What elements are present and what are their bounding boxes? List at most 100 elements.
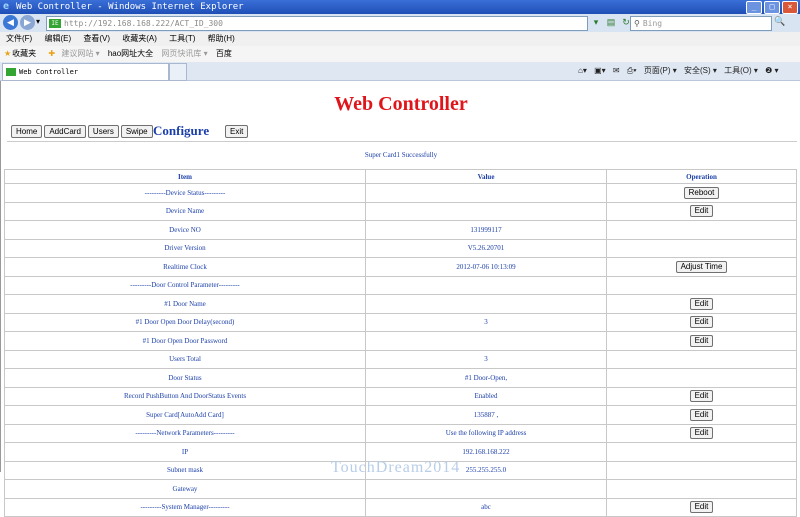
row-value: V5.26.20701 — [365, 238, 607, 258]
addcard-button[interactable]: AddCard — [44, 125, 86, 138]
table-row: Users Total 3 — [4, 349, 797, 369]
row-item: ---------System Manager--------- — [4, 497, 366, 517]
edit-button[interactable]: Edit — [689, 427, 714, 440]
maximize-icon[interactable]: □ — [764, 1, 780, 14]
edit-button[interactable]: Edit — [689, 408, 714, 421]
row-value: 131999117 — [365, 220, 607, 240]
row-item: ---------Device Status--------- — [4, 183, 366, 203]
tab-web-controller[interactable]: Web Controller — [2, 63, 169, 81]
fav-item-baidu[interactable]: 百度 — [216, 46, 232, 62]
menu-help[interactable]: 帮助(H) — [208, 32, 235, 46]
table-row: Gateway — [4, 479, 797, 499]
forward-arrow-icon[interactable]: ▶ — [20, 15, 35, 30]
table-row: Door Status #1 Door-Open, — [4, 368, 797, 388]
row-operation — [606, 442, 797, 462]
window-title-bar: e Web Controller - Windows Internet Expl… — [0, 0, 800, 14]
row-operation — [606, 349, 797, 369]
row-value: abc — [365, 497, 607, 517]
row-item: #1 Door Name — [4, 294, 366, 314]
command-bar: ⌂▾ ▣▾ ✉ ⎙▾ 页面(P) ▾ 安全(S) ▾ 工具(O) ▾ ❷ ▾ — [578, 64, 784, 78]
exit-button[interactable]: Exit — [225, 125, 249, 138]
url-field[interactable]: IE http://192.168.168.222/ACT_ID_300 — [46, 16, 588, 31]
row-item: Subnet mask — [4, 460, 366, 480]
header-item: Item — [4, 169, 366, 184]
divider — [7, 141, 797, 142]
address-bar: ◀ ▶ ▾ IE http://192.168.168.222/ACT_ID_30… — [0, 14, 800, 32]
feeds-icon[interactable]: ▣▾ — [594, 66, 606, 75]
menu-favorites[interactable]: 收藏夹(A) — [122, 32, 157, 46]
menu-file[interactable]: 文件(F) — [6, 32, 32, 46]
dropdown-icon[interactable]: ▾ — [590, 16, 602, 29]
header-value: Value — [365, 169, 607, 184]
favorites-label[interactable]: 收藏夹 — [12, 46, 36, 62]
row-value — [365, 294, 607, 314]
edit-button[interactable]: Edit — [689, 501, 714, 514]
row-item: #1 Door Open Door Delay(second) — [4, 312, 366, 332]
close-icon[interactable]: × — [782, 1, 798, 14]
row-item: Users Total — [4, 349, 366, 369]
adjust-time-button[interactable]: Adjust Time — [675, 260, 728, 273]
nav-buttons: Home AddCard Users Swipe — [11, 125, 153, 138]
page-content: Web Controller Home AddCard Users Swipe … — [0, 81, 800, 517]
menu-view[interactable]: 查看(V) — [83, 32, 110, 46]
row-item: Device NO — [4, 220, 366, 240]
tools-menu[interactable]: 工具(O) ▾ — [724, 66, 758, 75]
fav-item-hao[interactable]: hao网址大全 — [108, 46, 153, 62]
mail-icon[interactable]: ✉ — [613, 66, 620, 75]
table-row: Device Name Edit — [4, 201, 797, 221]
favorites-star-icon[interactable]: ★ — [4, 46, 11, 62]
compat-view-icon[interactable]: ▤ — [605, 16, 617, 29]
edit-button[interactable]: Edit — [689, 205, 714, 218]
print-icon[interactable]: ⎙▾ — [627, 66, 637, 75]
fav-item-webslice[interactable]: 网页快讯库 ▾ — [161, 46, 207, 62]
row-operation: Edit — [606, 331, 797, 351]
row-operation: Edit — [606, 294, 797, 314]
row-item: IP — [4, 442, 366, 462]
home-button[interactable]: Home — [11, 125, 43, 138]
add-favorite-icon[interactable]: ✚ — [48, 46, 55, 62]
safety-menu[interactable]: 安全(S) ▾ — [684, 66, 717, 75]
swipe-button[interactable]: Swipe — [120, 125, 153, 138]
row-operation — [606, 275, 797, 295]
row-item: Super Card[AutoAdd Card] — [4, 405, 366, 425]
row-value: 3 — [365, 349, 607, 369]
row-value — [365, 275, 607, 295]
row-operation: Reboot — [606, 183, 797, 203]
search-input[interactable]: ⚲ Bing — [630, 16, 772, 31]
minimize-icon[interactable]: _ — [746, 1, 762, 14]
back-arrow-icon[interactable]: ◀ — [3, 15, 18, 30]
menu-bar: 文件(F) 编辑(E) 查看(V) 收藏夹(A) 工具(T) 帮助(H) — [0, 32, 800, 46]
row-operation: Edit — [606, 201, 797, 221]
menu-edit[interactable]: 编辑(E) — [44, 32, 71, 46]
new-tab-button[interactable] — [169, 63, 187, 81]
fav-item-suggested[interactable]: 建议网站 ▾ — [61, 46, 99, 62]
row-item: Realtime Clock — [4, 257, 366, 277]
table-row: Realtime Clock 2012-07-06 10:13:09 Adjust … — [4, 257, 797, 277]
row-value: 3 — [365, 312, 607, 332]
home-icon[interactable]: ⌂▾ — [578, 66, 587, 75]
edit-button[interactable]: Edit — [689, 390, 714, 403]
row-operation: Edit — [606, 312, 797, 332]
edit-button[interactable]: Edit — [689, 297, 714, 310]
row-item: ---------Door Control Parameter--------- — [4, 275, 366, 295]
status-message: Super Card1 Successfully — [364, 151, 438, 159]
page-icon: IE — [49, 19, 61, 28]
history-dropdown-icon[interactable]: ▾ — [36, 17, 40, 26]
row-item: Record PushButton And DoorStatus Events — [4, 386, 366, 406]
search-go-icon[interactable]: 🔍 — [774, 16, 785, 27]
table-row: ---------System Manager--------- abc Edit — [4, 497, 797, 517]
reboot-button[interactable]: Reboot — [683, 186, 720, 199]
row-operation: Edit — [606, 386, 797, 406]
users-button[interactable]: Users — [87, 125, 119, 138]
help-menu[interactable]: ❷ ▾ — [765, 66, 778, 75]
row-item: ---------Network Parameters--------- — [4, 423, 366, 443]
menu-tools[interactable]: 工具(T) — [169, 32, 195, 46]
edit-button[interactable]: Edit — [689, 334, 714, 347]
row-operation — [606, 220, 797, 240]
row-item: Driver Version — [4, 238, 366, 258]
row-value: #1 Door-Open, — [365, 368, 607, 388]
edit-button[interactable]: Edit — [689, 316, 714, 329]
favorites-bar: ★收藏夹 ✚ 建议网站 ▾ hao网址大全 网页快讯库 ▾ 百度 — [0, 46, 800, 63]
tab-bar: Web Controller ⌂▾ ▣▾ ✉ ⎙▾ 页面(P) ▾ 安全(S) … — [0, 62, 800, 81]
page-menu[interactable]: 页面(P) ▾ — [644, 66, 677, 75]
